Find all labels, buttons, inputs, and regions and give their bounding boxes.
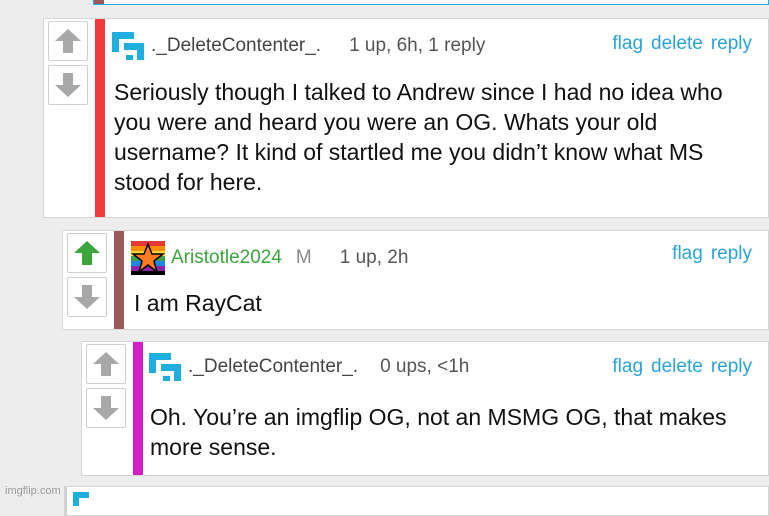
comment-thread-bar <box>94 0 104 4</box>
comment-text: Seriously though I talked to Andrew sinc… <box>114 79 723 195</box>
upvote-button[interactable] <box>48 21 88 61</box>
flag-link[interactable]: flag <box>672 243 703 265</box>
comment-thread-bar <box>114 231 124 329</box>
comment-2: Aristotle2024 M 1 up, 2h flag reply I am… <box>62 230 769 330</box>
comment-thread-bar <box>133 342 143 475</box>
downvote-arrow-icon <box>93 396 119 420</box>
comment-text: Oh. You’re an imgflip OG, not an MSMG OG… <box>150 404 727 460</box>
mod-badge: M <box>295 247 312 268</box>
delete-link[interactable]: delete <box>651 33 703 55</box>
flag-link[interactable]: flag <box>612 356 643 378</box>
comment-partial-top <box>93 0 769 5</box>
upvote-arrow-icon <box>93 352 119 376</box>
user-logo-icon <box>112 32 144 60</box>
vote-controls <box>44 19 92 107</box>
comment-thread-bar <box>95 19 105 217</box>
user-logo-icon <box>73 492 89 506</box>
upvote-button[interactable] <box>86 344 126 384</box>
comment-meta: 1 up, 2h <box>339 247 409 268</box>
downvote-arrow-icon <box>74 285 100 309</box>
reply-link[interactable]: reply <box>711 243 752 265</box>
downvote-button[interactable] <box>48 65 88 105</box>
upvote-button[interactable] <box>67 233 107 273</box>
username-link[interactable]: ._DeleteContenter_. <box>151 35 321 57</box>
watermark: imgflip.com <box>5 485 61 497</box>
user-logo-icon <box>149 353 181 381</box>
comment-partial-bottom <box>64 486 769 516</box>
upvote-arrow-icon <box>55 29 81 53</box>
comment-text: I am RayCat <box>134 290 262 316</box>
username-link[interactable]: ._DeleteContenter_. <box>188 356 358 378</box>
vote-controls <box>63 231 111 319</box>
username-link[interactable]: Aristotle2024 <box>171 247 282 269</box>
flag-link[interactable]: flag <box>612 33 643 55</box>
comment-thread-bar <box>65 487 67 515</box>
rainbow-star-avatar-icon <box>131 241 165 275</box>
delete-link[interactable]: delete <box>651 356 703 378</box>
downvote-button[interactable] <box>86 388 126 428</box>
comment-meta: 0 ups, <1h <box>380 356 470 377</box>
downvote-button[interactable] <box>67 277 107 317</box>
upvote-arrow-icon <box>74 241 100 265</box>
downvote-arrow-icon <box>55 73 81 97</box>
comment-meta: 1 up, 6h, 1 reply <box>349 35 486 56</box>
comment-1: ._DeleteContenter_. 1 up, 6h, 1 reply fl… <box>43 18 769 218</box>
reply-link[interactable]: reply <box>711 33 752 55</box>
vote-controls <box>82 342 130 430</box>
comment-3: ._DeleteContenter_. 0 ups, <1h flag dele… <box>81 341 769 476</box>
reply-link[interactable]: reply <box>711 356 752 378</box>
